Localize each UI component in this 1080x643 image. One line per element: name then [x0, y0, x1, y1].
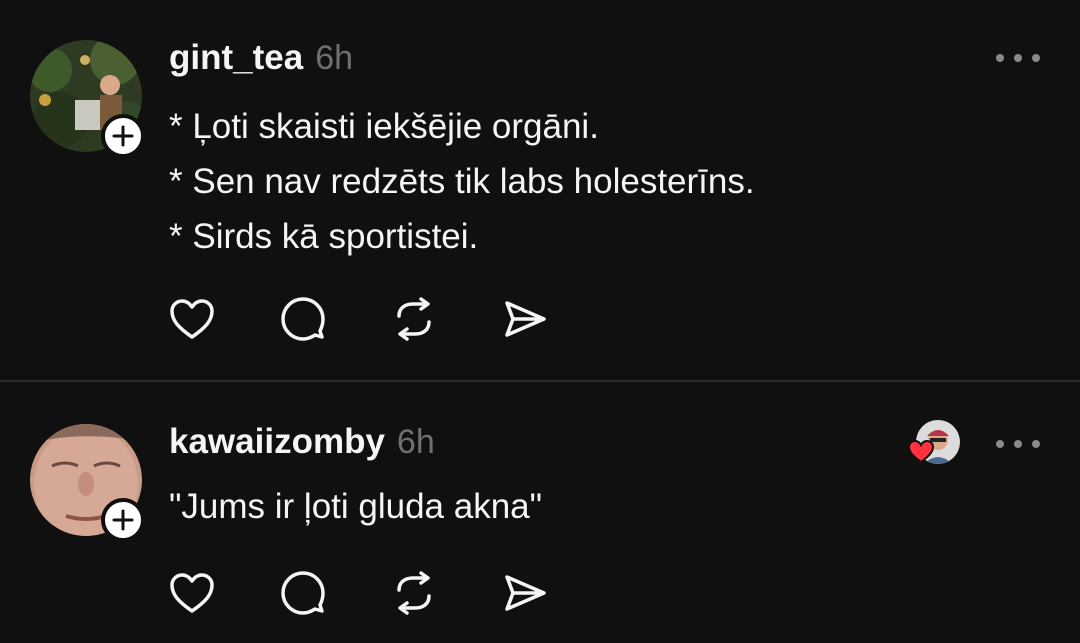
more-options-icon[interactable] — [996, 436, 1040, 452]
post-header: gint_tea 6h — [169, 38, 353, 78]
username[interactable]: kawaiizomby — [169, 422, 385, 462]
post-header: kawaiizomby 6h — [169, 422, 435, 462]
plus-icon — [112, 509, 134, 531]
share-button[interactable] — [501, 569, 549, 617]
repost-icon — [397, 297, 431, 341]
like-button[interactable] — [168, 569, 216, 617]
comment-icon — [281, 297, 325, 341]
liked-by-author[interactable] — [908, 420, 960, 464]
thread-post: gint_tea 6h * Ļoti skaisti iekšējie orgā… — [0, 0, 1080, 380]
thread-post: kawaiizomby 6h "Jums ir ļoti gluda akna" — [0, 382, 1080, 643]
share-icon — [505, 575, 546, 611]
share-icon — [505, 301, 546, 337]
plus-icon — [112, 125, 134, 147]
red-heart-icon — [908, 440, 934, 464]
post-text: * Ļoti skaisti iekšējie orgāni. * Sen na… — [169, 99, 755, 264]
more-options-icon[interactable] — [996, 50, 1040, 66]
comment-button[interactable] — [279, 569, 327, 617]
post-text-line: "Jums ir ļoti gluda akna" — [169, 487, 543, 526]
heart-icon — [170, 573, 214, 613]
repost-button[interactable] — [390, 295, 438, 343]
post-text-line: * Sirds kā sportistei. — [169, 217, 479, 256]
repost-button[interactable] — [390, 569, 438, 617]
post-text: "Jums ir ļoti gluda akna" — [169, 479, 542, 534]
like-button[interactable] — [168, 295, 216, 343]
username[interactable]: gint_tea — [169, 38, 303, 78]
repost-icon — [397, 571, 431, 615]
post-text-line: * Sen nav redzēts tik labs holesterīns. — [169, 162, 755, 201]
share-button[interactable] — [501, 295, 549, 343]
timestamp: 6h — [315, 39, 354, 77]
comment-button[interactable] — [279, 295, 327, 343]
post-actions — [168, 295, 612, 343]
post-text-line: * Ļoti skaisti iekšējie orgāni. — [169, 107, 599, 146]
follow-button[interactable] — [101, 498, 145, 542]
follow-button[interactable] — [101, 114, 145, 158]
post-actions — [168, 569, 612, 617]
heart-icon — [170, 299, 214, 339]
comment-icon — [281, 571, 325, 615]
timestamp: 6h — [396, 423, 435, 461]
